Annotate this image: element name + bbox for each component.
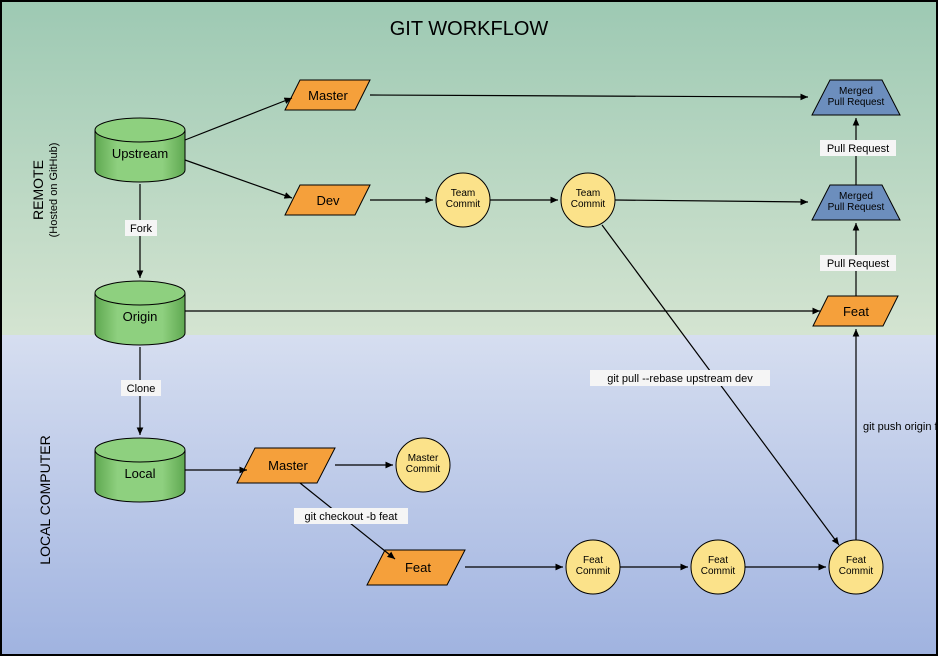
feat-commit-3: FeatCommit: [829, 540, 883, 594]
svg-text:Local: Local: [124, 466, 155, 481]
svg-text:Pull Request: Pull Request: [827, 143, 889, 155]
svg-text:Clone: Clone: [127, 383, 156, 395]
svg-text:Feat: Feat: [405, 560, 431, 575]
svg-text:Origin: Origin: [123, 309, 158, 324]
local-label: LOCAL COMPUTER: [37, 435, 53, 564]
feat-commit-2: FeatCommit: [691, 540, 745, 594]
feat-origin-node: Feat: [813, 296, 898, 326]
master-remote-node: Master: [285, 80, 370, 110]
origin-node: Origin: [95, 281, 185, 345]
dev-remote-node: Dev: [285, 185, 370, 215]
feat-commit-1: FeatCommit: [566, 540, 620, 594]
git-workflow-diagram: GIT WORKFLOW REMOTE (Hosted on GitHub) L…: [0, 0, 938, 656]
team-commit-1: TeamCommit: [436, 173, 490, 227]
svg-text:Pull Request: Pull Request: [827, 258, 889, 270]
svg-text:Master: Master: [268, 458, 308, 473]
svg-text:Dev: Dev: [316, 193, 340, 208]
local-node: Local: [95, 438, 185, 502]
remote-sublabel: (Hosted on GitHub): [48, 143, 60, 238]
master-commit: MasterCommit: [396, 438, 450, 492]
svg-text:git push origin feat: git push origin feat: [863, 421, 938, 433]
remote-label: REMOTE: [30, 160, 46, 220]
svg-text:git checkout -b feat: git checkout -b feat: [305, 511, 398, 523]
team-commit-2: TeamCommit: [561, 173, 615, 227]
svg-text:MasterCommit: MasterCommit: [406, 453, 441, 475]
svg-text:Feat: Feat: [843, 304, 869, 319]
svg-text:Fork: Fork: [130, 223, 153, 235]
diagram-title: GIT WORKFLOW: [390, 18, 549, 40]
svg-text:Master: Master: [308, 88, 348, 103]
upstream-node: Upstream: [95, 118, 185, 182]
svg-text:Upstream: Upstream: [112, 146, 168, 161]
svg-text:git pull --rebase upstream dev: git pull --rebase upstream dev: [607, 373, 753, 385]
